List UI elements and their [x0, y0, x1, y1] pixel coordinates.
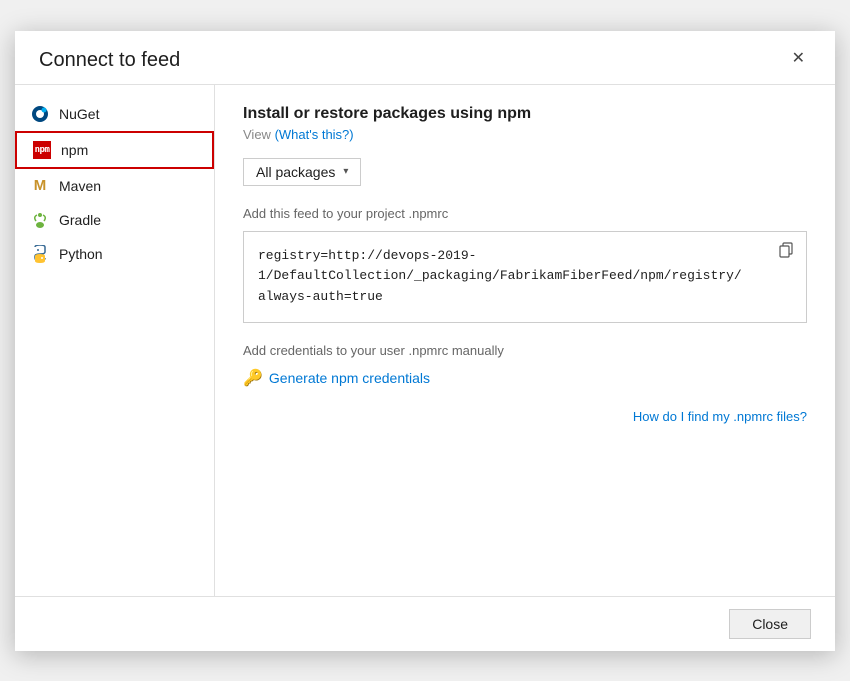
- main-section-title: Install or restore packages using npm: [243, 105, 807, 123]
- close-button[interactable]: Close: [729, 609, 811, 639]
- sidebar-item-maven-label: Maven: [59, 178, 101, 194]
- npm-icon: npm: [33, 141, 51, 159]
- dialog-footer: Close: [15, 596, 835, 651]
- connect-to-feed-dialog: Connect to feed ✕ NuGet npm npm: [15, 31, 835, 651]
- nuget-icon: [31, 105, 49, 123]
- credentials-label: Add credentials to your user .npmrc manu…: [243, 343, 807, 358]
- key-icon: 🔑: [243, 368, 263, 388]
- whats-this-link[interactable]: (What's this?): [275, 127, 354, 142]
- dialog-header: Connect to feed ✕: [15, 31, 835, 84]
- view-prefix: View: [243, 127, 275, 142]
- sidebar-item-gradle[interactable]: Gradle: [15, 203, 214, 237]
- sidebar-item-npm-label: npm: [61, 142, 88, 158]
- sidebar-item-npm[interactable]: npm npm: [15, 131, 214, 169]
- dropdown-label: All packages: [256, 164, 335, 180]
- main-content: Install or restore packages using npm Vi…: [215, 85, 835, 596]
- copy-button[interactable]: [774, 240, 798, 265]
- sidebar-item-maven[interactable]: M Maven: [15, 169, 214, 203]
- sidebar: NuGet npm npm M Maven: [15, 85, 215, 596]
- maven-icon: M: [31, 177, 49, 195]
- python-icon: [31, 245, 49, 263]
- generate-link-label: Generate npm credentials: [269, 370, 430, 386]
- code-block: registry=http://devops-2019-1/DefaultCol…: [243, 231, 807, 323]
- chevron-down-icon: ▾: [343, 166, 348, 177]
- sidebar-item-python[interactable]: Python: [15, 237, 214, 271]
- gradle-icon: [31, 211, 49, 229]
- dialog-body: NuGet npm npm M Maven: [15, 84, 835, 596]
- find-npmrc-row: How do I find my .npmrc files?: [243, 408, 807, 424]
- all-packages-dropdown[interactable]: All packages ▾: [243, 158, 361, 186]
- add-feed-label: Add this feed to your project .npmrc: [243, 206, 807, 221]
- sidebar-item-nuget-label: NuGet: [59, 106, 99, 122]
- find-npmrc-link[interactable]: How do I find my .npmrc files?: [633, 409, 807, 424]
- sidebar-item-python-label: Python: [59, 246, 103, 262]
- sidebar-item-gradle-label: Gradle: [59, 212, 101, 228]
- dialog-close-x-button[interactable]: ✕: [786, 49, 811, 69]
- generate-npm-credentials-link[interactable]: 🔑 Generate npm credentials: [243, 368, 430, 388]
- sidebar-item-nuget[interactable]: NuGet: [15, 97, 214, 131]
- code-text: registry=http://devops-2019-1/DefaultCol…: [258, 248, 742, 305]
- view-link-row: View (What's this?): [243, 127, 807, 142]
- dialog-title: Connect to feed: [39, 49, 180, 72]
